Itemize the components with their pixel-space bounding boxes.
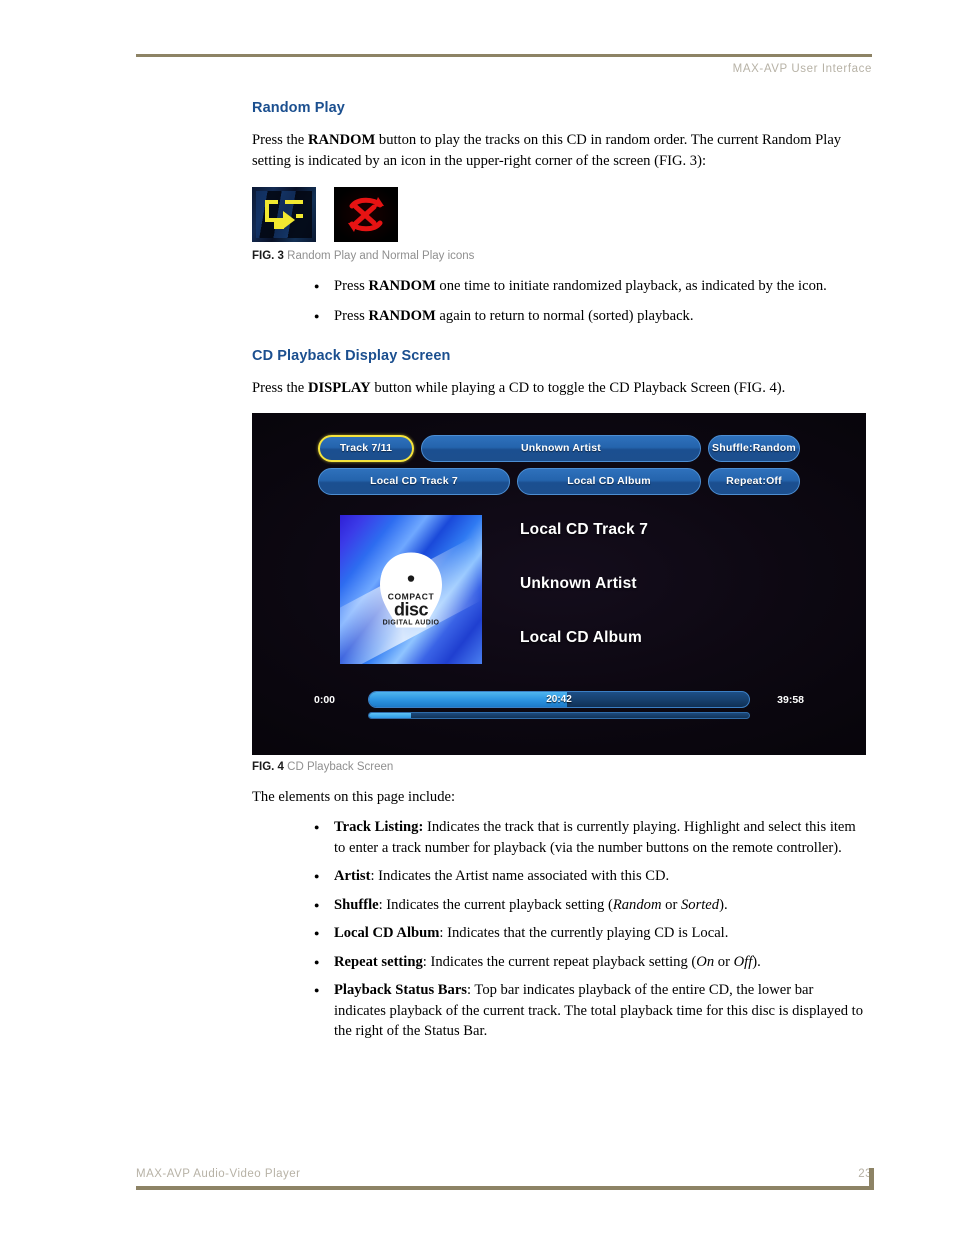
- elements-lead-paragraph: The elements on this page include:: [252, 788, 456, 805]
- now-playing-artist: Unknown Artist: [520, 574, 637, 592]
- random-play-icon: [252, 187, 316, 242]
- eb-4-em1: On: [696, 953, 715, 970]
- track-listing-button[interactable]: Track 7/11: [318, 434, 414, 462]
- bullet-2-pre: Press: [334, 307, 369, 324]
- page-title: Random Play: [252, 100, 345, 116]
- footer-rule: [136, 1168, 874, 1190]
- eb-3-bold: Local CD Album: [334, 925, 440, 941]
- cd-elements-bullet-list: Track Listing: Indicates the track that …: [252, 816, 866, 1042]
- eb-2-em1: Random: [612, 896, 662, 913]
- eb-1-rest: : Indicates the Artist name associated w…: [370, 868, 670, 884]
- svg-text:disc: disc: [394, 600, 429, 620]
- bullet-1-post: one time to initiate randomized playback…: [435, 278, 827, 294]
- playback-status-bars: 0:00 20:42 39:58: [252, 690, 866, 719]
- page-footer: MAX-AVP Audio-Video Player 23: [136, 1168, 874, 1190]
- eb-2-mid: or: [661, 896, 681, 913]
- current-time-label: 20:42: [546, 693, 572, 705]
- page-content: Random Play Press the RANDOM button to p…: [252, 100, 866, 1050]
- fig4-number: FIG. 4: [252, 760, 284, 773]
- header-rule: [136, 54, 872, 57]
- bullet-2-bold: RANDOM: [368, 307, 436, 324]
- normal-play-icon: [334, 187, 398, 242]
- compact-disc-logo-icon: COMPACT disc DIGITAL AUDIO: [380, 552, 442, 628]
- eb-4-bold: Repeat setting: [334, 953, 423, 970]
- random-play-bullet-list: Press RANDOM one time to initiate random…: [252, 275, 866, 326]
- list-item: Local CD Album: Indicates that the curre…: [314, 922, 866, 943]
- eb-3-rest: : Indicates that the currently playing C…: [439, 925, 729, 941]
- local-cd-track-button[interactable]: Local CD Track 7: [318, 467, 510, 495]
- now-playing-track: Local CD Track 7: [520, 520, 649, 538]
- shuffle-button[interactable]: Shuffle:Random: [708, 434, 800, 462]
- track-progress-bar[interactable]: [368, 711, 750, 719]
- random-button-name: RANDOM: [307, 132, 376, 148]
- fig4-figure: Track 7/11 Unknown Artist Shuffle:Random…: [252, 412, 866, 773]
- list-item: Press RANDOM one time to initiate random…: [314, 275, 866, 296]
- artist-button[interactable]: Unknown Artist: [421, 434, 701, 462]
- eb-2-tail: ).: [719, 896, 728, 913]
- list-item: Playback Status Bars: Top bar indicates …: [314, 979, 866, 1042]
- list-item: Track Listing: Indicates the track that …: [314, 816, 866, 858]
- list-item: Repeat setting: Indicates the current re…: [314, 951, 866, 972]
- eb-4-rest: : Indicates the current repeat playback …: [422, 953, 697, 970]
- cd-playback-heading: CD Playback Display Screen: [252, 348, 451, 364]
- cd-intro-post: button while playing a CD to toggle the …: [370, 380, 786, 396]
- list-item: Shuffle: Indicates the current playback …: [314, 894, 866, 915]
- eb-4-tail: ).: [752, 953, 761, 970]
- footer-doc-title: MAX-AVP Audio-Video Player: [136, 1168, 301, 1180]
- album-art: COMPACT disc DIGITAL AUDIO: [340, 514, 482, 664]
- normal-play-icon-glyph: [348, 197, 384, 232]
- eb-4-mid: or: [714, 953, 734, 970]
- now-playing-album: Local CD Album: [520, 628, 642, 646]
- cd-screen-button-row-top: Track 7/11 Unknown Artist Shuffle:Random: [318, 434, 800, 462]
- footer-edge-tick: [869, 1168, 874, 1190]
- cd-playback-screen: Track 7/11 Unknown Artist Shuffle:Random…: [252, 412, 866, 755]
- fig3-caption: FIG. 3 Random Play and Normal Play icons: [252, 250, 866, 262]
- now-playing-info: Local CD Track 7 Unknown Artist Local CD…: [520, 521, 820, 683]
- eb-2-em2: Sorted: [680, 896, 720, 913]
- eb-2-rest: : Indicates the current playback setting…: [378, 896, 613, 913]
- bullet-1-pre: Press: [334, 278, 369, 294]
- footer-row: MAX-AVP Audio-Video Player 23: [136, 1168, 872, 1186]
- repeat-button[interactable]: Repeat:Off: [708, 467, 800, 495]
- bullet-1-bold: RANDOM: [368, 278, 436, 294]
- random-play-intro-paragraph: Press the RANDOM button to play the trac…: [252, 130, 866, 171]
- random-play-intro-pre: Press the: [252, 132, 308, 148]
- fig4-caption: FIG. 4 CD Playback Screen: [252, 761, 866, 773]
- display-button-name: DISPLAY: [307, 380, 371, 396]
- fig3-caption-text: Random Play and Normal Play icons: [287, 250, 475, 262]
- eb-1-bold: Artist: [334, 868, 371, 884]
- cd-intro-pre: Press the: [252, 380, 308, 396]
- cd-playback-intro-paragraph: Press the DISPLAY button while playing a…: [252, 378, 866, 399]
- total-time-label: 39:58: [777, 693, 804, 706]
- eb-4-em2: Off: [733, 953, 753, 970]
- fig3-icon-row: [252, 187, 866, 242]
- header-title: MAX-AVP User Interface: [732, 63, 872, 75]
- list-item: Press RANDOM again to return to normal (…: [314, 305, 866, 326]
- eb-0-bold: Track Listing:: [334, 819, 424, 835]
- random-play-icon-glyph: [265, 200, 303, 229]
- start-time-label: 0:00: [314, 693, 336, 706]
- eb-5-bold: Playback Status Bars: [334, 982, 467, 998]
- local-cd-album-button[interactable]: Local CD Album: [517, 467, 701, 495]
- progress-bars-group: 20:42: [360, 690, 758, 719]
- bullet-2-post: again to return to normal (sorted) playb…: [435, 307, 694, 324]
- svg-text:DIGITAL AUDIO: DIGITAL AUDIO: [383, 620, 440, 627]
- page-header: MAX-AVP User Interface: [136, 54, 872, 75]
- eb-2-bold: Shuffle: [334, 896, 379, 913]
- cd-screen-button-row-bottom: Local CD Track 7 Local CD Album Repeat:O…: [318, 467, 800, 495]
- track-progress-fill: [369, 712, 411, 718]
- list-item: Artist: Indicates the Artist name associ…: [314, 865, 866, 886]
- disc-progress-bar[interactable]: 20:42: [368, 690, 750, 708]
- fig4-caption-text: CD Playback Screen: [287, 760, 394, 773]
- fig3-number: FIG. 3: [252, 250, 284, 262]
